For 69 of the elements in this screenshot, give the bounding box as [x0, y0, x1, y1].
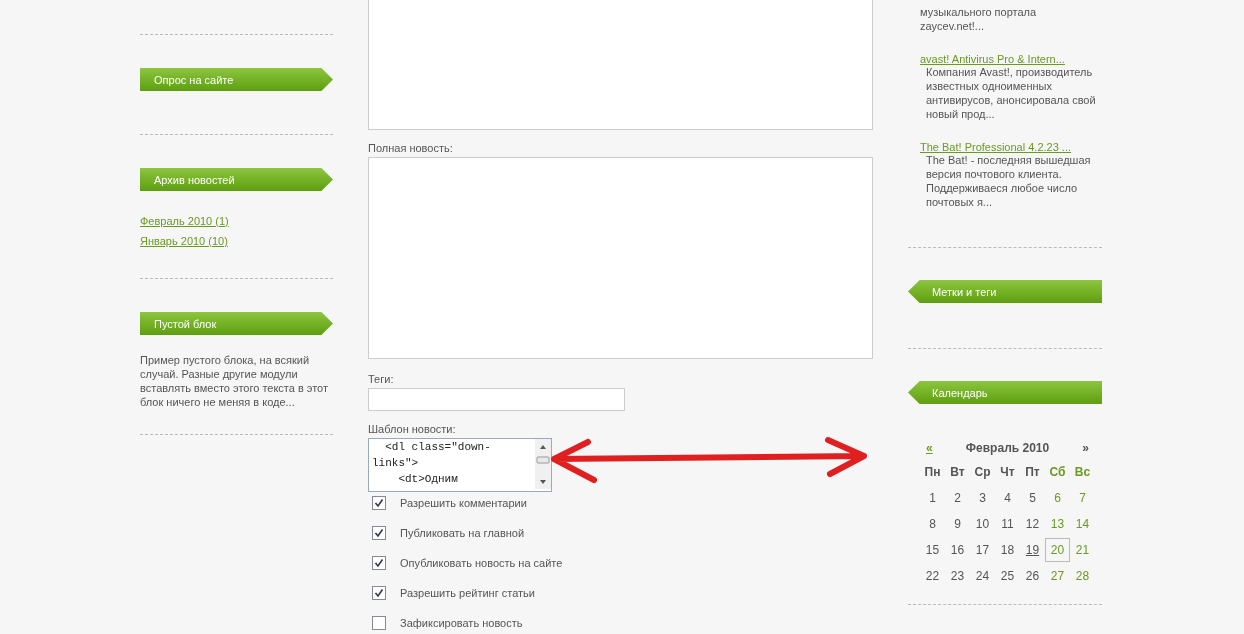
weekday-label: Пн: [923, 464, 942, 481]
calendar-day: 6: [1045, 486, 1070, 510]
short-news-field[interactable]: [368, 0, 873, 130]
news-text: Компания Avast!, производитель известных одноименных антивирусов, анонсировала свой новый прод...: [925, 65, 1097, 121]
block-header: Метки и теги: [908, 280, 1102, 303]
checkbox[interactable]: [372, 586, 386, 600]
checkbox-label: Разрешить комментарии: [400, 497, 527, 509]
checkbox[interactable]: [372, 556, 386, 570]
month-title: Февраль 2010: [965, 441, 1050, 455]
calendar-day: 21: [1070, 538, 1095, 562]
calendar-day: 4: [995, 486, 1020, 510]
calendar-day: 9: [945, 512, 970, 536]
calendar-day: 10: [970, 512, 995, 536]
template-field[interactable]: <dl class="down-links"> <dt>Одним: [368, 438, 552, 492]
calendar-day: 22: [920, 564, 945, 588]
tags-field[interactable]: [368, 388, 625, 411]
next-month-link[interactable]: »: [1082, 441, 1089, 455]
field-label: Шаблон новости:: [368, 423, 457, 435]
scrollbar[interactable]: [535, 439, 551, 489]
news-link[interactable]: The Bat! Professional 4.2.23 ...: [920, 141, 1072, 153]
field-label: Полная новость:: [368, 142, 454, 154]
full-news-field[interactable]: [368, 157, 873, 359]
calendar-day: 20: [1045, 538, 1070, 562]
archive-link[interactable]: Февраль 2010 (1): [140, 215, 333, 227]
weekday-label: Чт: [999, 464, 1016, 481]
calendar-day: 25: [995, 564, 1020, 588]
checkbox[interactable]: [372, 526, 386, 540]
block-header: Календарь: [908, 381, 1102, 404]
prev-month-link[interactable]: «: [926, 441, 933, 455]
calendar-day: 8: [920, 512, 945, 536]
calendar-day: 27: [1045, 564, 1070, 588]
block-text: Пример пустого блока, на всякий случай. Разные другие модули вставлять вместо этого текста в этот блок ничего не меняя в коде...: [140, 353, 330, 409]
weekday-label: Сб: [1048, 464, 1067, 481]
news-text: The Bat! - последняя вышедшая версия почтового клиента. Поддерживаеся любое число почтовых я...: [925, 153, 1092, 209]
checkbox-label: Публиковать на главной: [400, 527, 525, 539]
calendar-day: 28: [1070, 564, 1095, 588]
calendar-day: 3: [970, 486, 995, 510]
calendar-day[interactable]: 19: [1020, 538, 1045, 562]
weekday-label: Вт: [949, 464, 966, 481]
calendar-day: 15: [920, 538, 945, 562]
weekday-label: Ср: [973, 464, 992, 481]
weekday-label: Пт: [1024, 464, 1041, 481]
checkbox[interactable]: [372, 496, 386, 510]
news-text: музыкального портала zaycev.net!...: [919, 5, 1038, 33]
weekday-label: Вс: [1073, 464, 1092, 481]
calendar-day: 7: [1070, 486, 1095, 510]
calendar-day: 17: [970, 538, 995, 562]
calendar-day: 2: [945, 486, 970, 510]
news-link[interactable]: avast! Antivirus Pro & Intern...: [920, 53, 1065, 65]
calendar-day: 1: [920, 486, 945, 510]
checkbox-label: Разрешить рейтинг статьи: [400, 587, 535, 599]
checkbox-label: Зафиксировать новость: [400, 617, 523, 629]
archive-link[interactable]: Январь 2010 (10): [140, 235, 333, 247]
block-header: Опрос на сайте: [140, 68, 333, 91]
calendar-day: 24: [970, 564, 995, 588]
checkbox-label: Опубликовать новость на сайте: [400, 557, 563, 569]
calendar-day: 23: [945, 564, 970, 588]
calendar-day: 18: [995, 538, 1020, 562]
calendar-day: 5: [1020, 486, 1045, 510]
checkbox[interactable]: [372, 616, 386, 630]
calendar-day: 26: [1020, 564, 1045, 588]
block-header: Архив новостей: [140, 168, 333, 191]
block-header: Пустой блок: [140, 312, 333, 335]
calendar-day: 16: [945, 538, 970, 562]
calendar-day: 12: [1020, 512, 1045, 536]
field-label: Теги:: [368, 373, 395, 385]
calendar-day: 11: [995, 512, 1020, 536]
calendar-day: 13: [1045, 512, 1070, 536]
calendar-day: 14: [1070, 512, 1095, 536]
